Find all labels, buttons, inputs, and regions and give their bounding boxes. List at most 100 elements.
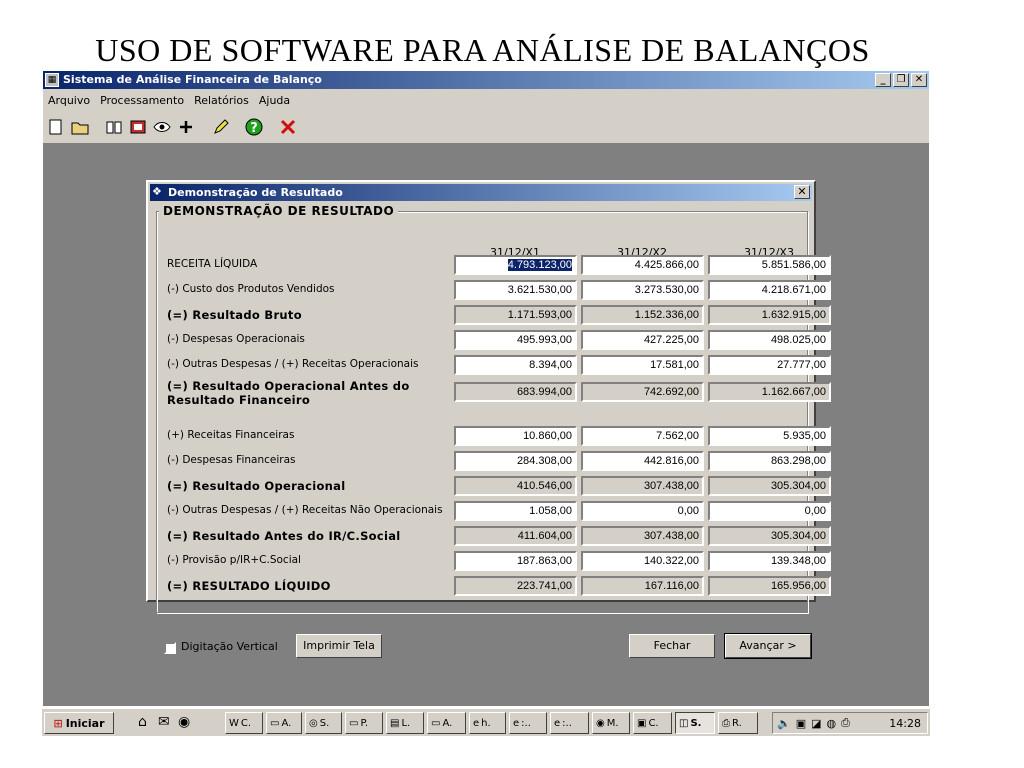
close-button[interactable]: ✕	[911, 73, 927, 87]
book-icon[interactable]	[103, 116, 125, 138]
close-red-icon[interactable]	[277, 116, 299, 138]
row-label: (=) Resultado Operacional	[167, 479, 346, 493]
value-input[interactable]: 4.793.123,00	[454, 255, 577, 275]
taskbar-item-label: S.	[319, 717, 330, 729]
dialog-icon: ❖	[152, 185, 162, 198]
menu-relatorios[interactable]: Relatórios	[189, 94, 254, 107]
statement-row: (-) Custo dos Produtos Vendidos 3.621.530…	[165, 280, 831, 302]
row-label: (-) Custo dos Produtos Vendidos	[167, 283, 335, 295]
taskbar-item[interactable]: ▭ A.	[266, 712, 302, 734]
outlook-icon[interactable]: ✉	[158, 714, 170, 730]
cell-value: 307.438,00	[643, 480, 699, 492]
value-readonly: 1.632.915,00	[708, 305, 831, 325]
new-icon[interactable]	[45, 116, 67, 138]
value-readonly: 1.171.593,00	[454, 305, 577, 325]
value-input[interactable]: 27.777,00	[708, 355, 831, 375]
printer-tray-icon[interactable]: ⎙	[841, 716, 850, 730]
app-icon: ▦	[45, 73, 59, 87]
help-icon[interactable]: ?	[243, 116, 265, 138]
open-icon[interactable]	[69, 116, 91, 138]
value-input[interactable]: 0,00	[708, 501, 831, 521]
value-input[interactable]: 139.348,00	[708, 551, 831, 571]
value-input[interactable]: 863.298,00	[708, 451, 831, 471]
value-input[interactable]: 7.562,00	[581, 426, 704, 446]
taskbar-item[interactable]: ▣ C.	[633, 712, 672, 734]
taskbar-item[interactable]: e:..	[509, 712, 547, 734]
value-input[interactable]: 187.863,00	[454, 551, 577, 571]
value-input[interactable]: 3.621.530,00	[454, 280, 577, 300]
value-input[interactable]: 5.851.586,00	[708, 255, 831, 275]
media-player-icon[interactable]: ◉	[178, 714, 190, 730]
value-input[interactable]: 3.273.530,00	[581, 280, 704, 300]
restore-button[interactable]: ❐	[893, 73, 909, 87]
next-button[interactable]: Avançar >	[724, 633, 812, 659]
value-input[interactable]: 498.025,00	[708, 330, 831, 350]
value-input[interactable]: 0,00	[581, 501, 704, 521]
app-titlebar[interactable]: ▦ Sistema de Análise Financeira de Balan…	[43, 71, 929, 89]
menu-ajuda[interactable]: Ajuda	[254, 94, 295, 107]
taskbar-item[interactable]: ▭ A.	[427, 712, 466, 734]
cell-value: 17.581,00	[650, 359, 699, 371]
taskbar-item[interactable]: ◉ M.	[592, 712, 630, 734]
taskbar-item-label: C.	[648, 717, 659, 729]
start-button[interactable]: ⊞ Iniciar	[44, 712, 114, 734]
value-input[interactable]: 4.218.671,00	[708, 280, 831, 300]
value-input[interactable]: 284.308,00	[454, 451, 577, 471]
statement-group: DEMONSTRAÇÃO DE RESULTADO 31/12/X1 31/12…	[156, 204, 831, 613]
system-tray: 🔈 ▣ ◪ ◍ ⎙ 14:28	[772, 712, 928, 734]
vertical-entry-label: Digitação Vertical	[181, 640, 278, 653]
income-statement-dialog: ❖ Demonstração de Resultado ✕ DEMONSTRAÇ…	[146, 180, 831, 659]
taskbar-item-label: M.	[606, 717, 619, 729]
group-label: DEMONSTRAÇÃO DE RESULTADO	[159, 204, 399, 218]
slide-title: USO DE SOFTWARE PARA ANÁLISE DE BALANÇOS	[95, 32, 870, 68]
taskbar-item-label: P.	[360, 717, 369, 729]
taskbar-item[interactable]: ⎙ R.	[718, 712, 758, 734]
monitor-tray-icon[interactable]: ◪	[811, 717, 821, 730]
print-screen-button[interactable]: Imprimir Tela	[296, 634, 382, 658]
dialog-titlebar[interactable]: ❖ Demonstração de Resultado ✕	[150, 184, 812, 201]
stamp-icon[interactable]	[127, 116, 149, 138]
value-input[interactable]: 8.394,00	[454, 355, 577, 375]
value-input[interactable]: 1.058,00	[454, 501, 577, 521]
value-input[interactable]: 17.581,00	[581, 355, 704, 375]
cell-value: 442.816,00	[643, 455, 699, 467]
taskbar-item[interactable]: e h.	[469, 712, 506, 734]
value-input[interactable]: 442.816,00	[581, 451, 704, 471]
value-readonly: 307.438,00	[581, 526, 704, 546]
statement-row: (=) RESULTADO LÍQUIDO 223.741,00 167.116,0…	[165, 576, 831, 598]
antivirus-icon[interactable]: ◍	[827, 717, 837, 730]
network-icon[interactable]: ▣	[796, 717, 806, 730]
close-dialog-button[interactable]: Fechar	[629, 634, 715, 658]
cell-value: 427.225,00	[643, 334, 699, 346]
cell-value: 1.632.915,00	[761, 309, 826, 321]
taskbar-item[interactable]: ▤ L.	[386, 712, 424, 734]
start-label: Iniciar	[65, 716, 105, 730]
plus-icon[interactable]	[175, 116, 197, 138]
taskbar-item[interactable]: W C.	[225, 712, 263, 734]
value-input[interactable]: 10.860,00	[454, 426, 577, 446]
value-readonly: 1.162.667,00	[708, 382, 831, 402]
word-icon: W	[229, 717, 239, 729]
value-input[interactable]: 427.225,00	[581, 330, 704, 350]
minimize-button[interactable]: _	[875, 73, 891, 87]
eye-icon[interactable]	[151, 116, 173, 138]
taskbar-item[interactable]: ▭ P.	[345, 712, 383, 734]
taskbar-item-label: L.	[401, 717, 411, 729]
value-input[interactable]: 5.935,00	[708, 426, 831, 446]
pencil-icon[interactable]	[209, 116, 231, 138]
show-desktop-icon[interactable]: ⌂	[138, 714, 147, 730]
value-input[interactable]: 4.425.866,00	[581, 255, 704, 275]
value-input[interactable]: 495.993,00	[454, 330, 577, 350]
taskbar-item[interactable]: e:..	[550, 712, 589, 734]
taskbar-item[interactable]: ◫ S.	[675, 712, 715, 734]
row-label: (-) Despesas Financeiras	[167, 454, 296, 466]
dialog-close-button[interactable]: ✕	[794, 185, 810, 199]
cell-value: 410.546,00	[516, 480, 572, 492]
vertical-entry-checkbox[interactable]	[164, 642, 176, 654]
menu-arquivo[interactable]: Arquivo	[43, 94, 95, 107]
value-input[interactable]: 140.322,00	[581, 551, 704, 571]
menu-processamento[interactable]: Processamento	[95, 94, 189, 107]
cell-value: 284.308,00	[516, 455, 572, 467]
volume-icon[interactable]: 🔈	[777, 717, 791, 730]
taskbar-item[interactable]: ◎ S.	[305, 712, 342, 734]
